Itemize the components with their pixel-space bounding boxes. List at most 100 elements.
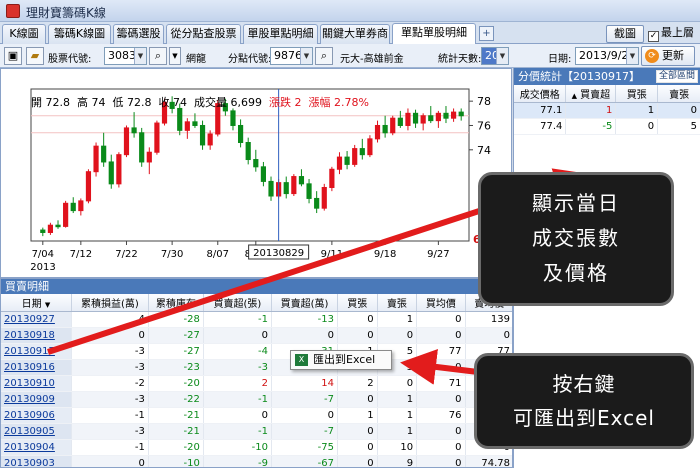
chevron-down-icon[interactable]: ▼ <box>300 48 312 64</box>
table-row[interactable]: 77.4 -5 0 5 <box>514 118 700 135</box>
col-sell[interactable]: 賣張 <box>657 85 700 103</box>
excel-icon: X <box>295 354 308 366</box>
screenshot-button[interactable]: 截圖 <box>606 25 644 43</box>
cell-date[interactable]: 20130918 <box>1 327 72 344</box>
tab-kline[interactable]: K線圖 <box>2 24 46 44</box>
candle-body <box>412 112 419 124</box>
price-stats-title: 分價統計【20130917】 <box>518 70 640 83</box>
cell-buy: 0 <box>337 311 378 328</box>
table-row[interactable]: 20130916-3-23-3-2303077 <box>1 359 512 376</box>
tab-point-stock-detail[interactable]: 單點單股明細 <box>392 23 476 44</box>
candle-body <box>146 151 152 163</box>
cell-date[interactable]: 20130927 <box>1 311 72 328</box>
callout-line: 可匯出到Excel <box>513 406 655 430</box>
cell-date[interactable]: 20130910 <box>1 375 72 392</box>
broker-search-icon[interactable]: ⌕ <box>315 47 333 65</box>
callout-line: 顯示當日 <box>532 191 620 215</box>
candle-body <box>382 124 388 134</box>
cell-avg-buy: 0 <box>416 391 466 408</box>
cell-date[interactable]: 20130917 <box>1 343 72 360</box>
col-net-lot[interactable]: 買賣超(張) <box>203 294 273 312</box>
tab-chip-kline[interactable]: 籌碼K線圖 <box>48 24 111 44</box>
y-tick-label: 76 <box>477 119 491 132</box>
col-buy[interactable]: 買張 <box>337 294 378 312</box>
table-row[interactable]: 20130906-1-210011760 <box>1 407 512 424</box>
candle-body <box>321 186 327 209</box>
chevron-down-icon[interactable]: ▼ <box>134 48 146 64</box>
topmost-checkbox[interactable]: ✓ 最上層 <box>648 25 694 43</box>
candle-body <box>184 121 190 131</box>
cell-sell: 1 <box>377 423 418 440</box>
save-icon[interactable]: ▣ <box>4 47 22 65</box>
cell-date[interactable]: 20130906 <box>1 407 72 424</box>
cell-inv: -28 <box>148 311 204 328</box>
stat-days-select[interactable]: 20 ▼ <box>481 47 509 65</box>
col-net-amt[interactable]: 買賣超(萬) <box>271 294 338 312</box>
export-excel-menu-item[interactable]: X 匯出到Excel <box>290 350 392 370</box>
cell-avg-buy: 0 <box>416 359 466 376</box>
table-row[interactable]: 20130903 0 -10 -9 -67 0 9 0 74.78 <box>1 455 512 467</box>
col-net[interactable]: ▲ 買賣超 <box>565 85 617 103</box>
cell-date[interactable]: 20130903 <box>1 455 72 467</box>
refresh-button[interactable]: ⟳ 更新 <box>641 46 695 66</box>
y-tick-label: 78 <box>477 95 491 108</box>
tab-chip-select[interactable]: 籌碼選股 <box>113 24 164 44</box>
cell-net: 1 <box>565 102 617 119</box>
cell-avg-buy: 0 <box>416 439 466 456</box>
chevron-down-icon[interactable]: ▼ <box>626 48 638 64</box>
cell-date[interactable]: 20130916 <box>1 359 72 376</box>
table-row[interactable]: 20130918 0 -27 0 0 0 0 0 0 <box>1 327 512 344</box>
stock-search-icon[interactable]: ⌕ <box>149 47 167 65</box>
cell-date[interactable]: 20130909 <box>1 391 72 408</box>
table-row[interactable]: 20130917-3-27-4-31157777 <box>1 343 512 360</box>
table-row[interactable]: 20130909-3-22-1-70100 <box>1 391 512 408</box>
col-date-label: 日期 <box>21 298 42 310</box>
col-buy[interactable]: 買張 <box>615 85 659 103</box>
cell-date[interactable]: 20130905 <box>1 423 72 440</box>
col-price[interactable]: 成交價格 <box>514 85 567 103</box>
candle-body <box>344 156 350 165</box>
cell-net-lot: -3 <box>203 359 273 376</box>
table-row[interactable]: 20130910-2-2021420710 <box>1 375 512 392</box>
broker-code-input[interactable]: 9876 ▼ <box>270 47 313 65</box>
stock-code-input[interactable]: 3083 ▼ <box>104 47 147 65</box>
table-row[interactable]: 20130905-3-21-1-70100 <box>1 423 512 440</box>
tab-key-broker[interactable]: 關鍵大單券商 <box>320 24 390 44</box>
col-pnl[interactable]: 累積損益(萬) <box>71 294 149 312</box>
col-sell[interactable]: 賣張 <box>377 294 418 312</box>
x-tick-label: 8/07 <box>207 249 229 260</box>
cell-date[interactable]: 20130904 <box>1 439 72 456</box>
change-pct-value: 2.78% <box>334 96 369 109</box>
cell-buy: 0 <box>337 439 378 456</box>
cell-pnl: -1 <box>71 407 149 424</box>
crosshair-date-label: 20130829 <box>253 248 304 259</box>
x-tick-label: 7/22 <box>115 249 137 260</box>
tab-branch-lookup[interactable]: 從分點查股票 <box>166 24 241 44</box>
stock-dropdown-icon[interactable]: ▼ <box>169 47 181 65</box>
date-picker[interactable]: 2013/9/27 ▼ <box>575 47 639 65</box>
table-row[interactable]: 20130927 4 -28 -1 -13 0 1 0 139 <box>1 311 512 328</box>
col-avg-buy[interactable]: 買均價 <box>416 294 466 312</box>
cell-inv: -20 <box>148 439 204 456</box>
topmost-label: 最上層 <box>661 26 694 39</box>
candlestick-chart-panel[interactable]: 78767467/047/127/227/308/078/159/119/189… <box>0 68 512 278</box>
cell-inv: -21 <box>148 407 204 424</box>
candle-body <box>336 156 343 170</box>
stock-name: 網龍 <box>186 54 206 65</box>
sort-down-icon: ▼ <box>44 300 51 309</box>
add-tab-icon[interactable]: + <box>479 26 494 41</box>
candle-body <box>306 183 312 199</box>
candle-body <box>390 117 396 134</box>
table-row[interactable]: 20130904-1-20-10-7501000 <box>1 439 512 456</box>
chevron-down-icon[interactable]: ▼ <box>496 48 508 64</box>
tab-stock-point-detail[interactable]: 單股單點明細 <box>243 24 318 44</box>
close-label: 收 <box>158 96 170 109</box>
all-range-button[interactable]: 全部區間 <box>655 70 698 83</box>
folder-icon[interactable]: ▰ <box>26 47 44 65</box>
trade-detail-title: 買賣明細 <box>1 279 512 294</box>
window-title: 理財寶籌碼K線 <box>26 6 106 20</box>
y-tick-label: 74 <box>477 144 491 157</box>
table-row[interactable]: 77.1 1 1 0 <box>514 102 700 119</box>
col-date[interactable]: 日期 ▼ <box>1 294 72 312</box>
col-inv[interactable]: 累積庫存 <box>148 294 204 312</box>
